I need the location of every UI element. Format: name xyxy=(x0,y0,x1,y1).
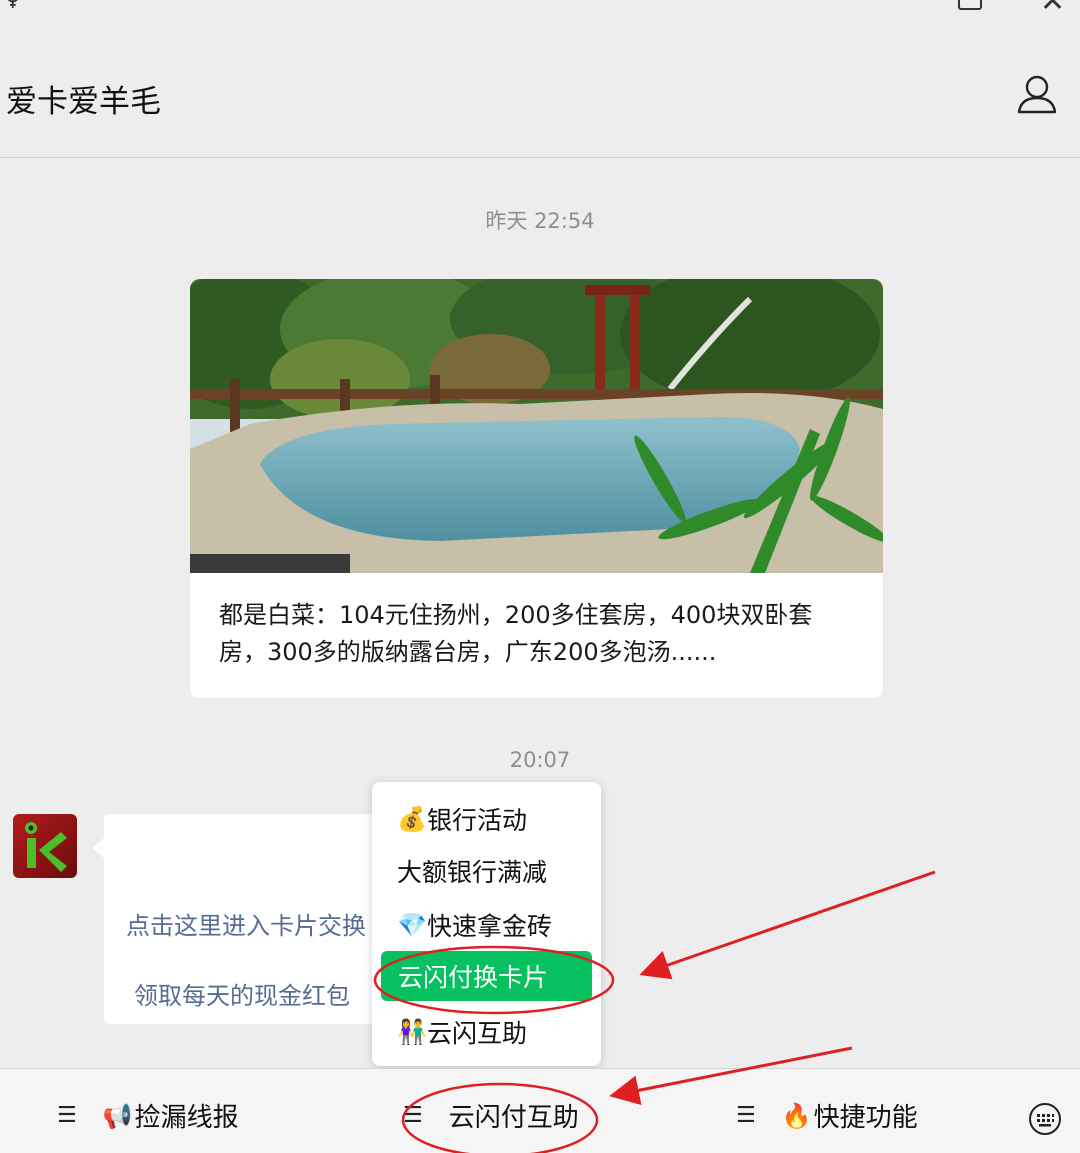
submenu-popup: 💰 银行活动 大额银行满减 💎 快速拿金砖 云闪付换卡片 👫 云闪互助 xyxy=(372,782,601,1066)
menu-button-shortcuts[interactable]: ☰ 🔥 快捷功能 xyxy=(736,1097,918,1134)
couple-icon: 👫 xyxy=(397,1018,427,1046)
chat-header: 爱卡爱羊毛 xyxy=(0,30,1080,158)
article-card[interactable]: 都是白菜：104元住扬州，200多住套房，400块双卧套房，300多的版纳露台房… xyxy=(190,279,883,698)
article-summary: 都是白菜：104元住扬州，200多住套房，400块双卧套房，300多的版纳露台房… xyxy=(219,601,813,666)
menu-item-label: 快速拿金砖 xyxy=(427,912,553,941)
menu-item-bank-activity[interactable]: 💰 银行活动 xyxy=(380,794,593,844)
maximize-icon[interactable] xyxy=(958,0,982,10)
menu-item-bank-discount[interactable]: 大额银行满减 xyxy=(380,846,593,896)
menu-item-unionpay-card-swap[interactable]: 云闪付换卡片 xyxy=(381,951,592,1001)
avatar[interactable] xyxy=(13,814,77,878)
menu-item-label: 银行活动 xyxy=(427,806,528,835)
menu-button-unionpay-help[interactable]: ☰ 云闪付互助 xyxy=(403,1097,579,1134)
message-bubble: 点击这里进入卡片交换 领取每天的现金红包 xyxy=(92,814,404,1024)
money-bag-icon: 💰 xyxy=(397,805,427,833)
message-timestamp: 昨天 22:54 xyxy=(485,209,595,233)
chat-title: 爱卡爱羊毛 xyxy=(6,84,161,120)
bottom-menu-bar: ☰ 📢 捡漏线报 ☰ 云闪付互助 ☰ 🔥 快捷功能 xyxy=(0,1068,1080,1153)
message-timestamp-2: 20:07 xyxy=(509,748,571,772)
menu-icon: ☰ xyxy=(736,1103,756,1128)
menu-icon: ☰ xyxy=(403,1103,423,1128)
menu-button-label: 捡漏线报 xyxy=(134,1103,239,1133)
megaphone-icon: 📢 xyxy=(102,1101,133,1130)
profile-icon[interactable] xyxy=(1016,74,1058,114)
annotation-arrow-popup xyxy=(639,870,936,980)
menu-button-deals[interactable]: ☰ 📢 捡漏线报 xyxy=(57,1097,239,1134)
menu-item-label: 大额银行满减 xyxy=(397,858,548,887)
pin-icon[interactable]: ♆ xyxy=(2,0,24,14)
fire-icon: 🔥 xyxy=(781,1101,812,1130)
menu-button-label: 快捷功能 xyxy=(813,1103,918,1133)
menu-button-label: 云闪付互助 xyxy=(448,1103,579,1133)
hot-spring-pool-image xyxy=(190,279,883,573)
menu-item-unionpay-mutual-help[interactable]: 👫 云闪互助 xyxy=(380,1007,593,1057)
close-icon[interactable]: ✕ xyxy=(1040,0,1065,19)
menu-item-label: 云闪付换卡片 xyxy=(398,963,549,992)
card-exchange-link[interactable]: 点击这里进入卡片交换 xyxy=(126,906,366,941)
keyboard-toggle-icon[interactable] xyxy=(1028,1102,1062,1136)
diamond-icon: 💎 xyxy=(397,911,427,939)
menu-item-gold-brick[interactable]: 💎 快速拿金砖 xyxy=(380,900,593,950)
chat-window: ♆ ✕ 爱卡爱羊毛 昨天 22:54 都是白菜：104元住扬州，200多住套房，… xyxy=(0,0,1080,1153)
menu-icon: ☰ xyxy=(57,1103,77,1128)
menu-item-label: 云闪互助 xyxy=(427,1019,528,1048)
cash-red-packet-link[interactable]: 领取每天的现金红包 xyxy=(134,976,350,1011)
